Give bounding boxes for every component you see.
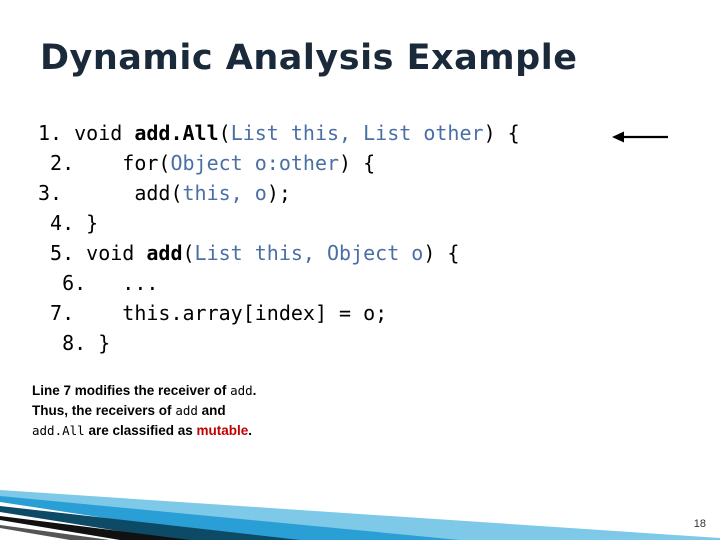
code-segment: ) { xyxy=(423,241,460,265)
code-segment: List this, Object o xyxy=(194,241,424,265)
caption-line1-mono: add xyxy=(230,383,253,398)
caption-line2-b: and xyxy=(197,403,226,418)
code-line: 7. this.array[index] = o; xyxy=(38,298,520,328)
caption-line-3: add.All are classified as mutable. xyxy=(32,421,256,441)
page-number: 18 xyxy=(693,518,706,530)
caption-line3-a: are classified as xyxy=(84,423,197,438)
code-segment: add( xyxy=(62,181,183,205)
code-line-number: 4. xyxy=(38,211,75,235)
code-line: 4. } xyxy=(38,208,520,238)
code-line-number: 5. xyxy=(38,241,75,265)
code-segment: } xyxy=(74,211,99,235)
code-segment: ) { xyxy=(339,151,376,175)
code-segment: ) { xyxy=(483,121,520,145)
code-segment: ( xyxy=(182,241,195,265)
caption-line3-mono: add.All xyxy=(32,423,85,438)
code-line-number: 6. xyxy=(38,271,87,295)
code-segment: void xyxy=(62,121,135,145)
code-segment: ( xyxy=(218,121,231,145)
code-line: 3. add(this, o); xyxy=(38,178,520,208)
code-line: 6. ... xyxy=(38,268,520,298)
slide: Dynamic Analysis Example 1. void add.All… xyxy=(0,0,720,540)
code-segment: this.array[index] = o; xyxy=(74,301,388,325)
code-segment: void xyxy=(74,241,147,265)
code-segment: this, o xyxy=(182,181,267,205)
code-block: 1. void add.All(List this, List other) {… xyxy=(38,118,520,358)
caption-line-1: Line 7 modifies the receiver of add. xyxy=(32,381,256,401)
code-line-number: 8. xyxy=(38,331,87,355)
caption-line1-b: . xyxy=(252,383,257,398)
code-line-number: 1. xyxy=(38,121,63,145)
caption-text: Line 7 modifies the receiver of add. Thu… xyxy=(32,381,256,441)
slide-footer-decoration xyxy=(0,490,720,540)
code-segment: ... xyxy=(86,271,159,295)
caption-line3-mutable: mutable xyxy=(196,423,249,438)
caption-line2-mono: add xyxy=(175,403,198,418)
code-segment: add xyxy=(146,241,183,265)
caption-line1-a: Line 7 modifies the receiver of xyxy=(32,383,231,398)
code-line: 1. void add.All(List this, List other) { xyxy=(38,118,520,148)
code-segment: } xyxy=(86,331,111,355)
caption-line3-b: . xyxy=(248,423,253,438)
code-segment: ); xyxy=(266,181,291,205)
caption-line-2: Thus, the receivers of add and xyxy=(32,401,256,421)
code-line: 2. for(Object o:other) { xyxy=(38,148,520,178)
code-line-number: 7. xyxy=(38,301,75,325)
code-segment: for( xyxy=(74,151,171,175)
page-title: Dynamic Analysis Example xyxy=(40,38,578,78)
code-segment: Object o:other xyxy=(170,151,340,175)
caption-line2-a: Thus, the receivers of xyxy=(32,403,176,418)
code-line: 8. } xyxy=(38,328,520,358)
code-segment: add.All xyxy=(134,121,219,145)
code-line-number: 2. xyxy=(38,151,75,175)
code-line: 5. void add(List this, Object o) { xyxy=(38,238,520,268)
left-arrow-icon xyxy=(612,131,668,143)
code-line-number: 3. xyxy=(38,181,63,205)
code-segment: List this, List other xyxy=(230,121,484,145)
